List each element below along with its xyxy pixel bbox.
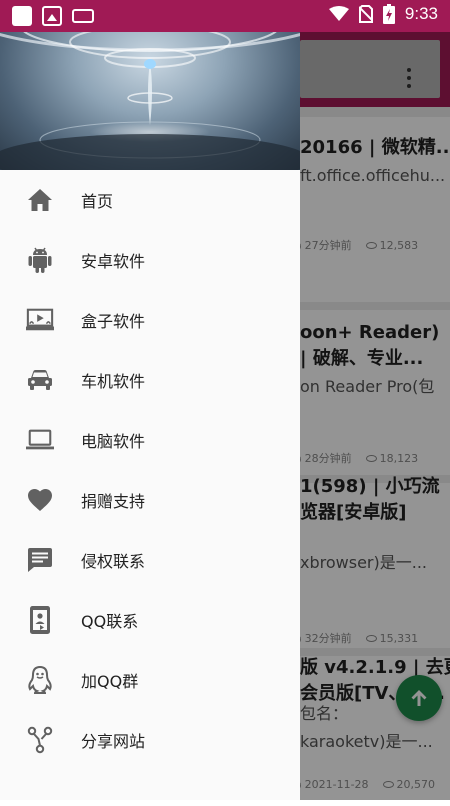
keyboard-icon xyxy=(72,9,94,23)
drawer-item-label: 分享网站 xyxy=(81,732,146,751)
notification-square-icon xyxy=(12,6,32,26)
drawer-item-donate[interactable]: 捐赠支持 xyxy=(0,470,300,530)
android-icon xyxy=(26,246,54,274)
drawer-item-label: 首页 xyxy=(81,192,114,211)
battery-charging-icon xyxy=(382,4,395,24)
drawer-item-qq-contact[interactable]: QQ联系 xyxy=(0,590,300,650)
penguin-icon xyxy=(26,666,54,694)
message-icon xyxy=(26,546,54,574)
drawer-item-label: 盒子软件 xyxy=(81,312,146,331)
status-bar: 9:33 xyxy=(0,0,450,32)
car-icon xyxy=(26,366,54,394)
clock-time: 9:33 xyxy=(404,4,438,23)
drawer-item-qq-group[interactable]: 加QQ群 xyxy=(0,650,300,710)
share-icon xyxy=(26,726,54,754)
wifi-icon xyxy=(328,6,349,21)
drawer-item-label: 车机软件 xyxy=(81,372,146,391)
drawer-item-label: 侵权联系 xyxy=(81,552,146,571)
drawer-item-label: 捐赠支持 xyxy=(81,492,146,511)
drawer-menu: 首页 安卓软件 盒子软件 车机软件 电脑软件 捐赠支持 侵权联系 QQ联系 加Q… xyxy=(0,170,300,770)
image-icon xyxy=(42,6,62,26)
no-sim-icon xyxy=(358,5,373,23)
drawer-item-label: QQ联系 xyxy=(81,612,139,631)
tv-box-icon xyxy=(26,306,54,334)
laptop-icon xyxy=(26,426,54,454)
heart-icon xyxy=(26,486,54,514)
drawer-item-share[interactable]: 分享网站 xyxy=(0,710,300,770)
drawer-item-home[interactable]: 首页 xyxy=(0,170,300,230)
drawer-item-android[interactable]: 安卓软件 xyxy=(0,230,300,290)
drawer-item-tv-box[interactable]: 盒子软件 xyxy=(0,290,300,350)
drawer-item-label: 电脑软件 xyxy=(81,432,146,451)
drawer-item-label: 加QQ群 xyxy=(81,672,139,691)
phone-contact-icon xyxy=(26,606,54,634)
navigation-drawer: 首页 安卓软件 盒子软件 车机软件 电脑软件 捐赠支持 侵权联系 QQ联系 加Q… xyxy=(0,0,300,800)
drawer-item-label: 安卓软件 xyxy=(81,252,146,271)
home-icon xyxy=(26,186,54,214)
drawer-item-copyright-contact[interactable]: 侵权联系 xyxy=(0,530,300,590)
drawer-item-pc[interactable]: 电脑软件 xyxy=(0,410,300,470)
drawer-item-car[interactable]: 车机软件 xyxy=(0,350,300,410)
